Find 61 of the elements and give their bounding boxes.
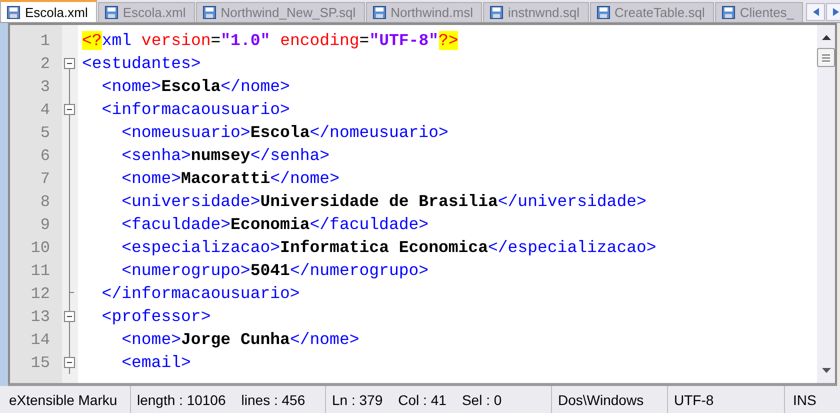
status-text: Dos\Windows (552, 386, 668, 413)
file-tab[interactable]: Escola.xml (0, 0, 97, 22)
line-number: 3 (40, 78, 50, 96)
code-line: <?xml version="1.0" encoding="UTF-8"?> (82, 30, 458, 52)
status-text: INS (792, 390, 818, 410)
line-number: 7 (40, 170, 50, 188)
code-line: <nomeusuario>Escola</nomeusuario> (120, 122, 448, 144)
line-number: 14 (30, 330, 50, 348)
status-text: length : 10106 lines : 456 (131, 386, 326, 413)
code-line: <nome>Jorge Cunha</nome> (120, 329, 360, 351)
file-icon (722, 6, 735, 19)
status-text: Ln : 379 Col : 41 Sel : 0 (326, 386, 552, 413)
file-icon (372, 6, 386, 19)
code-line: <email> (120, 352, 191, 374)
file-icon (104, 6, 118, 19)
line-number: 2 (40, 54, 50, 72)
status-text: eXtensible Marku (0, 386, 131, 413)
code-line: <especializacao>Informatica Economica</especializacao> (120, 237, 656, 259)
line-number: 13 (30, 308, 50, 326)
file-icon (596, 6, 610, 19)
file-icon (490, 6, 503, 19)
code-line: <senha>numsey</senha> (120, 145, 330, 167)
code-line: <nome>Macoratti</nome> (120, 168, 340, 190)
left-arrow-icon (812, 8, 819, 16)
code-line: <nome>Escola</nome> (100, 76, 290, 98)
collapse-icon[interactable] (64, 311, 75, 322)
line-number: 8 (40, 192, 50, 210)
code-line: <faculdade>Economia</faculdade> (120, 214, 429, 236)
code-line: <numerogrupo>5041</numerogrupo> (120, 260, 429, 282)
line-number: 15 (30, 354, 50, 372)
status-text: UTF-8 (668, 386, 785, 413)
line-number: 4 (40, 100, 50, 118)
scrollbar-thumb[interactable] (817, 48, 835, 67)
file-tab[interactable]: instnwnd.sql (482, 2, 589, 22)
file-tab[interactable]: CreateTable.sql (590, 2, 714, 22)
line-number: 12 (30, 284, 50, 302)
collapse-icon[interactable] (64, 357, 75, 368)
line-number: 1 (40, 32, 50, 50)
file-icon (202, 6, 216, 19)
file-tab[interactable]: Clientes_ (714, 2, 804, 22)
collapse-icon[interactable] (64, 104, 75, 115)
file-tab[interactable]: Northwind_New_SP.sql (196, 2, 365, 22)
line-number: 6 (40, 146, 50, 164)
file-tab[interactable]: Northwind.msl (366, 2, 482, 22)
code-line: <universidade>Universidade de Brasilia</universidade> (120, 191, 646, 213)
scroll-up-icon[interactable] (822, 35, 830, 40)
line-number: 9 (40, 216, 50, 234)
code-line: <estudantes> (82, 53, 201, 75)
scroll-down-icon[interactable] (822, 368, 830, 373)
line-number: 5 (40, 124, 50, 142)
scroll-left-button[interactable] (806, 3, 826, 21)
code-line: <professor> (100, 306, 211, 328)
right-arrow-icon (832, 8, 839, 16)
file-icon (7, 6, 20, 18)
file-tab[interactable]: Escola.xml (98, 2, 195, 22)
line-number: 10 (30, 238, 50, 256)
line-number: 11 (30, 262, 50, 280)
collapse-icon[interactable] (64, 58, 75, 69)
scroll-right-button[interactable] (826, 3, 840, 21)
code-line: </informacaousuario> (100, 283, 300, 305)
code-line: <informacaousuario> (100, 99, 290, 121)
